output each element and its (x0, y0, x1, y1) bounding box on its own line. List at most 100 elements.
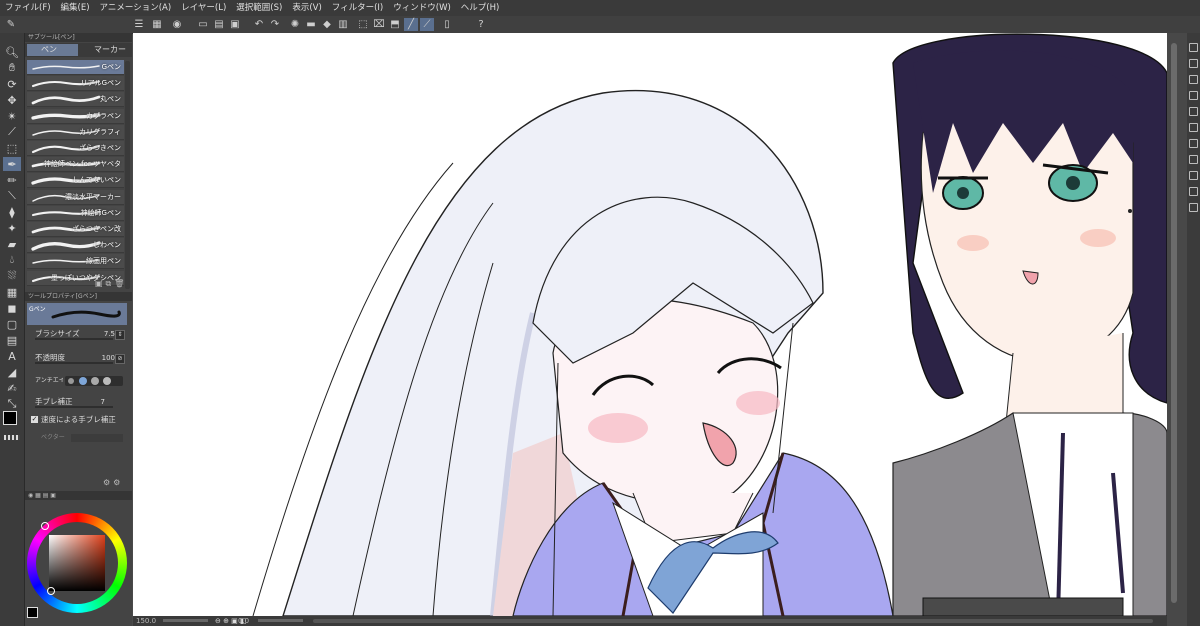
decoration-icon[interactable]: ✦ (3, 221, 21, 235)
menu-selection[interactable]: 選択範囲(S) (231, 0, 287, 16)
brush-item[interactable]: 神絵師Gペン (27, 205, 124, 221)
antialias-selector[interactable] (65, 376, 123, 386)
hue-handle[interactable] (41, 522, 49, 530)
menu-help[interactable]: ヘルプ(H) (456, 0, 505, 16)
operation-icon[interactable]: ⤡ (3, 397, 21, 411)
frame-icon[interactable]: ▢ (3, 317, 21, 331)
undo-icon[interactable]: ↶ (252, 18, 266, 31)
timeline-icon[interactable] (1189, 203, 1198, 212)
brush-item[interactable]: 丸ペン (27, 92, 124, 108)
angle-value[interactable]: 0.0 (238, 616, 249, 626)
brush-item[interactable]: Gペン (27, 60, 124, 75)
brush-icon[interactable]: ⟍ (3, 189, 21, 203)
material-icon[interactable] (1189, 107, 1198, 116)
speed-stabilization-row[interactable]: ✓ 速度による手ブレ補正 (27, 413, 127, 427)
color-set-icon[interactable] (1189, 139, 1198, 148)
brush-item[interactable]: しんでないペン (27, 173, 124, 189)
prop-antialias[interactable]: アンチエイリアス (27, 374, 127, 388)
navigator-icon[interactable] (1189, 43, 1198, 52)
transparent-swatch[interactable] (4, 435, 20, 440)
menu-animation[interactable]: アニメーション(A) (95, 0, 177, 16)
brush-item[interactable]: ざらつきペン (27, 141, 124, 156)
hand-icon[interactable]: ✋︎ (3, 61, 21, 75)
figure-icon[interactable]: ◼ (3, 301, 21, 315)
eye-icon[interactable]: ◉ (170, 18, 184, 31)
item-bank-icon[interactable] (1189, 171, 1198, 180)
new-file-icon[interactable]: ▭ (196, 18, 210, 31)
brush-item[interactable]: 線画用ペン (27, 254, 124, 270)
device-icon[interactable]: ▯ (440, 18, 454, 31)
snap-special-icon[interactable]: ⟋ (420, 18, 434, 31)
brush-item[interactable]: 神絵師ペン for ツヤベタ (27, 157, 124, 173)
tab-pen[interactable]: ペン (27, 44, 78, 56)
menu-layer[interactable]: レイヤー(L) (176, 0, 231, 16)
brush-item[interactable]: じわペン (27, 238, 124, 254)
selection-icon[interactable]: ▥ (336, 18, 350, 31)
menu-icon[interactable]: ☰ (132, 18, 146, 31)
fill-bucket-icon[interactable]: ⛆ (3, 269, 21, 283)
snap-ruler-icon[interactable]: ╱ (404, 18, 418, 31)
move-icon[interactable]: ✥ (3, 93, 21, 107)
property-actions[interactable]: ⚙⚙ (103, 478, 123, 487)
select-icon[interactable]: ⬚ (3, 141, 21, 155)
crop-icon[interactable]: ⬒ (388, 18, 402, 31)
airbrush-icon[interactable]: ⧫ (3, 205, 21, 219)
history-icon[interactable] (1189, 123, 1198, 132)
speed-stabilization-checkbox[interactable]: ✓ (31, 416, 38, 423)
menu-edit[interactable]: 編集(E) (56, 0, 95, 16)
menu-file[interactable]: ファイル(F) (0, 0, 56, 16)
brush-size-spinner[interactable]: ⇕ (115, 330, 125, 340)
brush-item[interactable]: リアルGペン (27, 76, 124, 92)
loading-icon[interactable]: ✺ (288, 18, 302, 31)
zoom-slider[interactable] (163, 619, 208, 622)
eyedropper-icon[interactable]: ⟋ (3, 125, 21, 139)
main-color-swatch[interactable] (3, 411, 17, 425)
help-icon[interactable]: ? (474, 18, 488, 31)
brush-item[interactable]: カリグラフィ (27, 124, 124, 140)
brush-item[interactable]: ざらつきペン改 (27, 222, 124, 237)
redo-icon[interactable]: ↷ (268, 18, 282, 31)
menu-filter[interactable]: フィルター(I) (327, 0, 388, 16)
opacity-spinner[interactable]: ⊘ (115, 354, 125, 364)
layer-icon[interactable] (1189, 75, 1198, 84)
brush-item[interactable]: カブラペン (27, 108, 124, 124)
prop-opacity[interactable]: 不透明度 100 ⊘ (27, 351, 127, 365)
mini-main-color[interactable] (27, 607, 38, 618)
balloon-icon[interactable]: ◢ (3, 365, 21, 379)
vertical-scrollbar[interactable] (1167, 33, 1187, 626)
color-wheel[interactable] (27, 513, 127, 613)
search-layer-icon[interactable] (1189, 91, 1198, 100)
pen-icon[interactable]: ✎ (4, 18, 18, 31)
brush-actions[interactable]: ▣⧉🗑︎ (95, 279, 127, 289)
auto-select-icon[interactable]: ✴ (3, 109, 21, 123)
prop-brush-size[interactable]: ブラシサイズ 7.5 ⇕ (27, 327, 127, 341)
deselect-icon[interactable]: ⌧ (372, 18, 386, 31)
correct-line-icon[interactable]: ✍ (3, 381, 21, 395)
color-handle[interactable] (47, 587, 55, 595)
transform-icon[interactable]: ⬚ (356, 18, 370, 31)
menu-view[interactable]: 表示(V) (287, 0, 326, 16)
pen-tool-icon[interactable]: ✒ (3, 157, 21, 171)
layer-property-icon[interactable] (1189, 59, 1198, 68)
eraser-icon[interactable]: ▰ (3, 237, 21, 251)
rotate-icon[interactable]: ⟳ (3, 77, 21, 91)
prop-stabilization[interactable]: 手ブレ補正 7 (27, 395, 127, 409)
saturation-value-square[interactable] (49, 535, 105, 591)
brush-list-scrollbar[interactable] (125, 61, 130, 289)
grid-icon[interactable]: ▦ (150, 18, 164, 31)
blend-icon[interactable]: 💧︎ (3, 253, 21, 267)
ruler-icon[interactable]: ▤ (3, 333, 21, 347)
zoom-value[interactable]: 150.0 (136, 616, 156, 626)
menu-window[interactable]: ウィンドウ(W) (388, 0, 456, 16)
tab-marker[interactable]: マーカー (80, 44, 131, 56)
settings-icon[interactable] (1189, 155, 1198, 164)
open-file-icon[interactable]: ▤ (212, 18, 226, 31)
auto-action-icon[interactable] (1189, 187, 1198, 196)
brush-item[interactable]: 濃淡水平マーカー (27, 189, 124, 205)
fill-icon[interactable]: ◆ (320, 18, 334, 31)
canvas[interactable] (133, 33, 1167, 616)
zoom-icon[interactable]: 🔍︎ (3, 45, 21, 59)
clear-icon[interactable]: ▬ (304, 18, 318, 31)
save-icon[interactable]: ▣ (228, 18, 242, 31)
horizontal-scrollbar[interactable] (313, 619, 1153, 623)
